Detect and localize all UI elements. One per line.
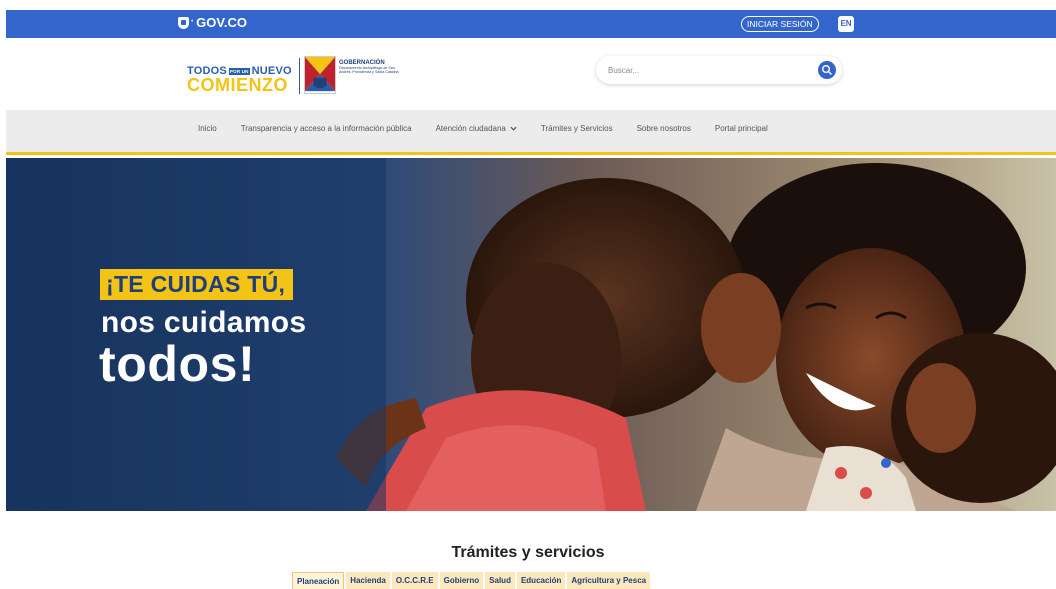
nav-item-label: Inicio [198,124,217,133]
search-button[interactable] [818,61,836,79]
nav-item-label: Sobre nosotros [636,124,691,133]
nav-item-label: Atención ciudadana [435,124,506,133]
tramites-tabs: Planeación Hacienda O.C.C.R.E Gobierno S… [292,572,651,589]
nav-item-label: Portal principal [714,124,768,133]
govco-brand-text: GOV.CO [196,15,247,30]
gobernacion-logo-text: GOBERNACIÓN Departamento Archipiélago de… [339,60,405,74]
search-box [596,56,842,84]
nav-item-sobre-nosotros[interactable]: Sobre nosotros [637,124,691,133]
nav-items: Inicio Transparencia y acceso a la infor… [198,124,792,133]
tab-gobierno[interactable]: Gobierno [439,572,484,589]
tab-educacion[interactable]: Educación [516,572,566,589]
tab-hacienda[interactable]: Hacienda [346,572,390,589]
tab-salud[interactable]: Salud [485,572,515,589]
login-button[interactable]: INICIAR SESIÓN [741,16,819,32]
nav-item-atencion-ciudadana[interactable]: Atención ciudadana [436,124,517,133]
logo-divider [299,58,300,94]
govco-apostrophe: ' [191,17,194,28]
logo-comienzo-text: COMIENZO [187,75,288,95]
site-header: TODOS POR UN NUEVO COMIENZO GOBERNACIÓN … [6,38,1056,110]
nav-item-label: Transparencia y acceso a la información … [240,124,412,133]
gobernacion-seal-icon [304,56,336,94]
tramites-section-title: Trámites y servicios [451,544,605,561]
tab-planeacion[interactable]: Planeación [292,572,345,589]
nav-item-label: Trámites y Servicios [540,124,613,133]
nav-item-inicio[interactable]: Inicio [198,124,217,133]
language-toggle-button[interactable]: EN [838,16,854,32]
nav-item-portal-principal[interactable]: Portal principal [715,124,768,133]
logo-por-un-text: POR UN [228,67,250,75]
search-input[interactable] [608,62,808,78]
govco-bar: ' GOV.CO INICIAR SESIÓN EN [6,10,1056,38]
search-icon [821,64,832,75]
todos-por-un-nuevo-comienzo-logo[interactable]: TODOS POR UN NUEVO COMIENZO [187,65,292,95]
chevron-down-icon [510,126,517,131]
main-nav: Inicio Transparencia y acceso a la infor… [6,110,1056,155]
hero-line1: ¡TE CUIDAS TÚ, [106,271,286,297]
tab-occre[interactable]: O.C.C.R.E [391,572,438,589]
gobernacion-subtitle: Departamento Archipiélago de San Andrés,… [339,66,399,75]
hero-banner[interactable]: ¡TE CUIDAS TÚ, nos cuidamos todos! [6,158,1056,511]
hero-line3: todos! [99,336,256,392]
tab-agricultura-pesca[interactable]: Agricultura y Pesca [567,572,651,589]
nav-item-transparencia[interactable]: Transparencia y acceso a la información … [241,124,412,133]
hero-highlight-tag: ¡TE CUIDAS TÚ, [100,269,294,300]
nav-item-tramites-servicios[interactable]: Trámites y Servicios [541,124,613,133]
govco-shield-icon [178,16,189,29]
govco-logo-link[interactable]: ' GOV.CO [178,15,247,30]
